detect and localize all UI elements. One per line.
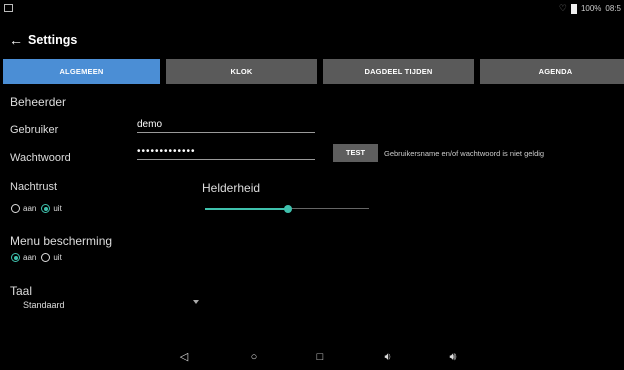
signal-icon: ♡ — [558, 3, 567, 13]
tab-agenda[interactable]: AGENDA — [480, 59, 624, 84]
battery-percent: 100% — [580, 4, 602, 13]
user-field[interactable]: demo — [137, 118, 315, 133]
arrow-left-icon[interactable]: ← — [6, 28, 26, 52]
clock-time: 08:5 — [605, 4, 621, 13]
brightness-slider-thumb[interactable] — [284, 205, 292, 213]
language-select-value[interactable]: Standaard — [23, 300, 65, 310]
password-label: Wachtwoord — [10, 152, 71, 164]
chevron-down-icon[interactable] — [193, 300, 199, 304]
brightness-title: Helderheid — [202, 181, 261, 195]
menu-protection-on-radio[interactable] — [11, 253, 20, 262]
brightness-slider-filled — [205, 208, 288, 210]
menu-protection-title: Menu bescherming — [10, 234, 113, 248]
recents-square-icon[interactable]: □ — [312, 350, 328, 364]
user-label: Gebruiker — [10, 124, 59, 136]
menu-protection-radio-group: aan uit — [11, 253, 67, 262]
status-right: ♡ 100% 08:5 — [559, 3, 621, 14]
volume-down-icon[interactable]: 🔉︎ — [380, 350, 396, 364]
back-triangle-icon[interactable]: ◁ — [176, 350, 192, 364]
brightness-slider-track[interactable] — [288, 208, 369, 209]
menu-protection-off-radio[interactable] — [41, 253, 51, 262]
night-rest-off-label: uit — [53, 204, 62, 213]
menu-protection-off-label: uit — [53, 253, 62, 262]
tab-klok[interactable]: KLOK — [166, 59, 317, 84]
tab-algemeen[interactable]: ALGEMEEN — [3, 59, 160, 84]
night-rest-radio-group: aan uit — [11, 204, 67, 213]
language-title: Taal — [10, 284, 33, 298]
screenshot-icon — [4, 4, 13, 12]
menu-protection-on-label: aan — [23, 253, 37, 262]
night-rest-off-radio[interactable] — [41, 204, 51, 213]
status-bar: ♡ 100% 08:5 — [0, 0, 624, 18]
night-rest-on-label: aan — [23, 204, 37, 213]
night-rest-title: Nachtrust — [10, 181, 58, 193]
volume-up-icon[interactable]: 🔊︎ — [445, 350, 461, 364]
tab-dagdeel-tijden[interactable]: DAGDEEL TIJDEN — [323, 59, 474, 84]
password-field[interactable]: ••••••••••••• — [137, 145, 315, 160]
test-button[interactable]: TEST — [333, 144, 378, 162]
test-result-message: Gebruikersname en/of wachtwoord is niet … — [384, 149, 545, 158]
home-circle-icon[interactable]: ○ — [246, 350, 262, 364]
admin-section-title: Beheerder — [10, 95, 67, 109]
battery-icon — [570, 3, 577, 14]
night-rest-on-radio[interactable] — [11, 204, 20, 213]
page-title: Settings — [28, 33, 78, 47]
